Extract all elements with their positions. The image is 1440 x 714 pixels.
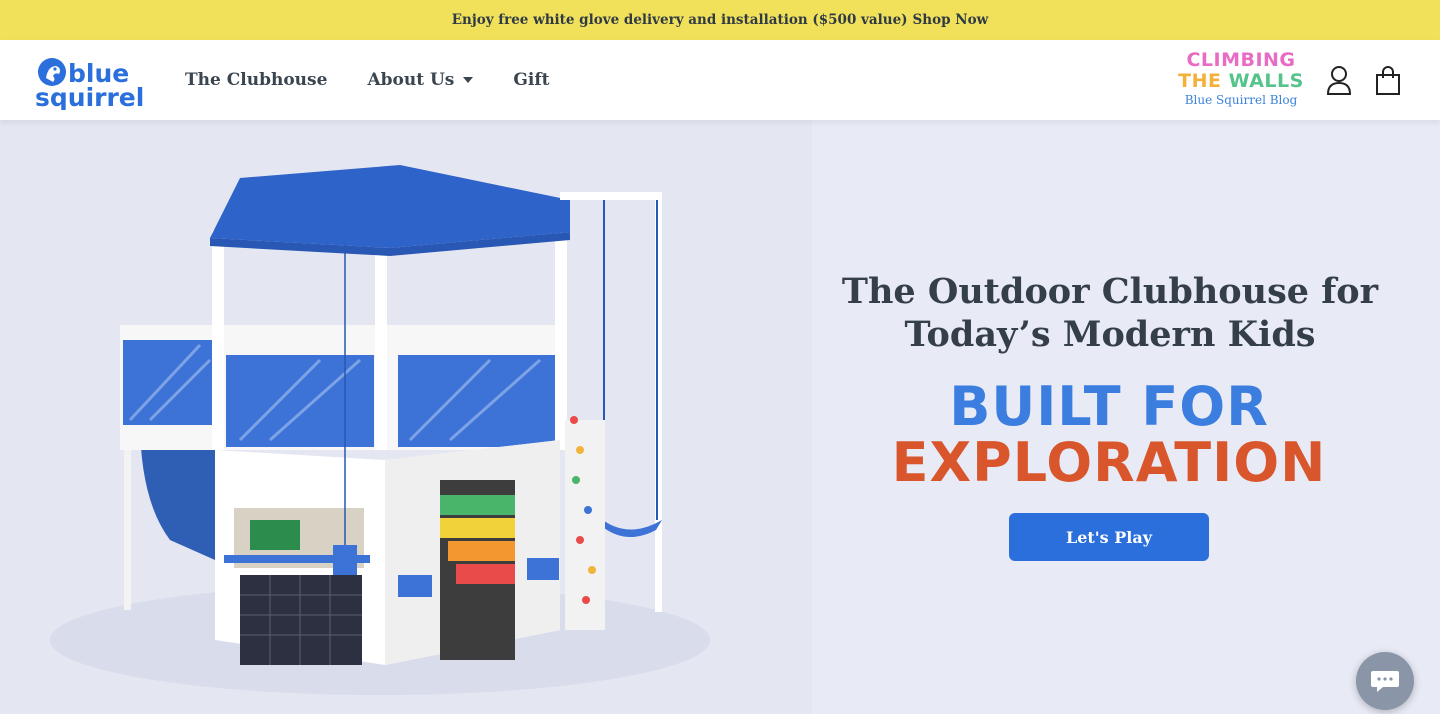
nav-item-label: About Us: [367, 70, 455, 90]
blog-title-line2: THE WALLS: [1178, 71, 1304, 92]
clubhouse-product-image: [0, 120, 812, 714]
nav-item-label: The Clubhouse: [185, 70, 328, 90]
squirrel-logo-icon: blue squirrel: [35, 58, 144, 112]
hero-headline-line1: The Outdoor Clubhouse for: [841, 271, 1379, 312]
logo-word-squirrel: squirrel: [35, 83, 144, 110]
announcement-bar: Enjoy free white glove delivery and inst…: [0, 0, 1440, 40]
brand-logo[interactable]: blue squirrel: [34, 50, 149, 112]
chat-icon: [1371, 671, 1399, 692]
nav-item-label: Gift: [513, 70, 550, 90]
hero-headline-line2: Today’s Modern Kids: [904, 314, 1316, 355]
caret-down-icon: [463, 77, 474, 83]
announcement-text: Enjoy free white glove delivery and inst…: [451, 12, 908, 28]
blog-subtitle: Blue Squirrel Blog: [1184, 93, 1298, 107]
hero-tagline-built-for: BUILT FOR: [949, 375, 1269, 438]
hero-headline: The Outdoor Clubhouse for Today’s Modern…: [820, 270, 1400, 356]
hero-section: The Outdoor Clubhouse for Today’s Modern…: [0, 120, 1440, 714]
lets-play-button[interactable]: Let's Play: [1009, 513, 1209, 561]
account-icon[interactable]: [1324, 64, 1354, 96]
blog-title-walls: WALLS: [1228, 70, 1304, 92]
blog-title-line1: CLIMBING: [1186, 49, 1296, 71]
site-header: blue squirrel The Clubhouse About Us Gif…: [0, 40, 1440, 120]
chat-launcher[interactable]: [1356, 652, 1414, 710]
blog-title-the: THE: [1178, 70, 1229, 92]
nav-item-clubhouse[interactable]: The Clubhouse: [185, 70, 327, 90]
shop-now-link[interactable]: Shop Now: [913, 12, 989, 28]
hero-tagline-exploration: EXPLORATION: [891, 431, 1327, 494]
main-nav: The Clubhouse About Us Gift: [185, 40, 590, 120]
nav-item-about-us[interactable]: About Us: [367, 70, 474, 90]
nav-item-gift[interactable]: Gift: [513, 70, 549, 90]
cart-icon[interactable]: [1373, 64, 1403, 96]
blog-link[interactable]: CLIMBING THE WALLS Blue Squirrel Blog: [1178, 50, 1304, 110]
